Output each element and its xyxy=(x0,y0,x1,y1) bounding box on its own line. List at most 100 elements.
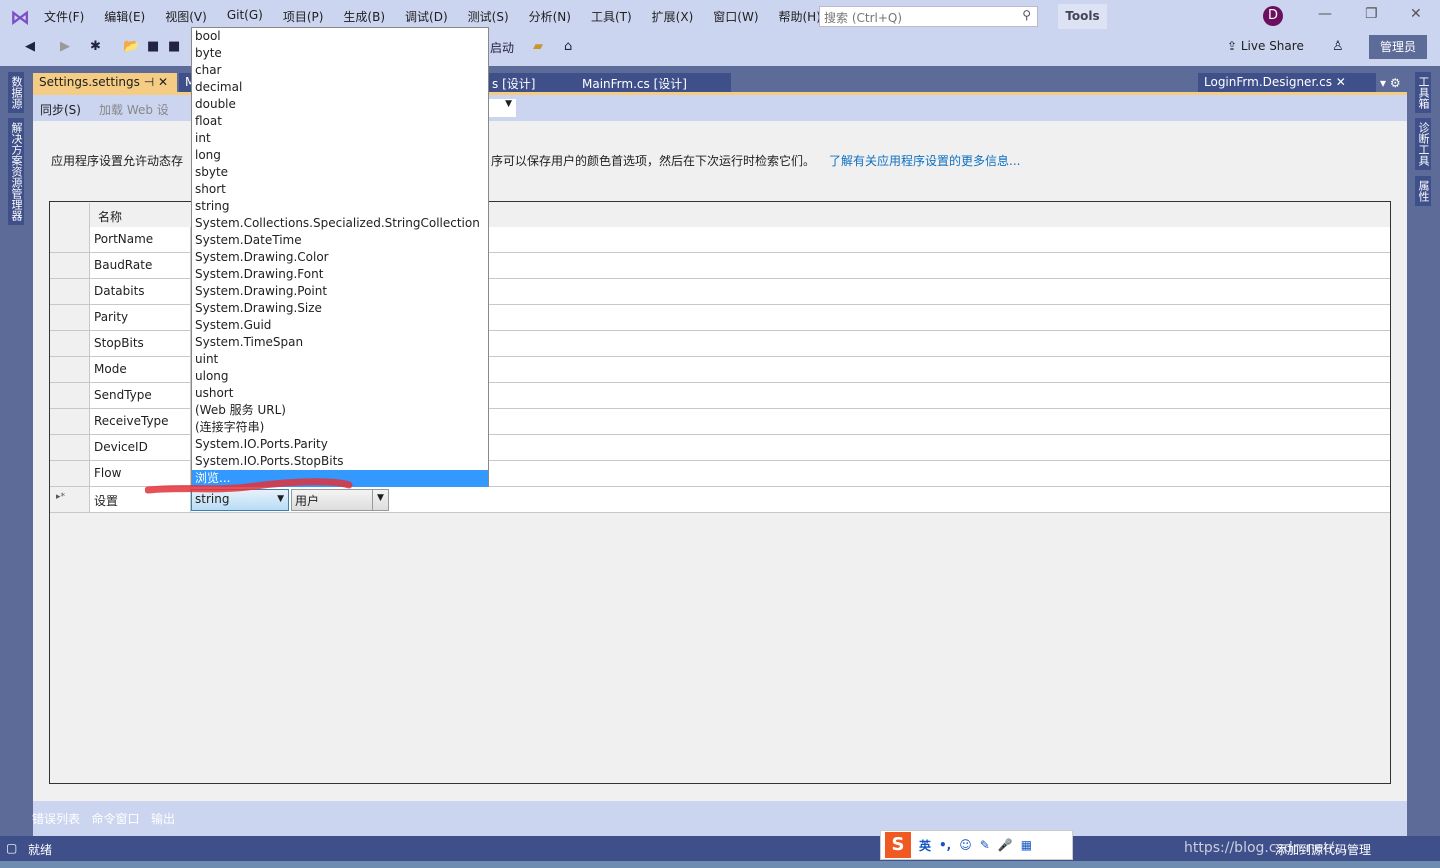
menu-item[interactable]: 帮助(H) xyxy=(779,8,821,25)
microphone-icon[interactable]: 🎤 xyxy=(998,838,1013,852)
dropdown-option[interactable]: double xyxy=(192,96,488,113)
restore-icon[interactable]: ❐ xyxy=(1365,6,1378,22)
open-icon[interactable]: 📂 xyxy=(123,39,139,54)
setting-name[interactable]: Parity xyxy=(94,310,128,324)
dropdown-option[interactable]: ushort xyxy=(192,385,488,402)
tab-settings[interactable]: Settings.settings ⊣ ✕ xyxy=(33,73,177,93)
menu-item[interactable]: 分析(N) xyxy=(529,8,571,25)
save-icon[interactable]: ■ xyxy=(147,39,159,54)
pin-icon[interactable]: ⊣ xyxy=(144,75,154,89)
dropdown-option[interactable]: long xyxy=(192,147,488,164)
command-window-tab[interactable]: 命令窗口 xyxy=(91,812,139,826)
tab-mainfrm[interactable]: MainFrm.cs [设计] xyxy=(576,73,731,93)
menu-item[interactable]: 视图(V) xyxy=(165,8,207,25)
setting-name[interactable]: StopBits xyxy=(94,336,144,350)
menu-item[interactable]: 编辑(E) xyxy=(104,8,145,25)
row-header[interactable] xyxy=(50,253,90,278)
menu-item[interactable]: 项目(P) xyxy=(283,8,324,25)
dropdown-option[interactable]: System.IO.Ports.Parity xyxy=(192,436,488,453)
dropdown-option[interactable]: ulong xyxy=(192,368,488,385)
menu-item[interactable]: 文件(F) xyxy=(44,8,84,25)
back-icon[interactable]: ◀ xyxy=(25,39,35,54)
solution-explorer-tab[interactable]: 解决方案资源管理器 xyxy=(8,118,24,225)
dropdown-option[interactable]: byte xyxy=(192,45,488,62)
setting-name[interactable]: DeviceID xyxy=(94,440,148,454)
tab-m[interactable]: M xyxy=(179,73,195,93)
menu-item[interactable]: 工具(T) xyxy=(591,8,632,25)
feedback-icon[interactable]: ♙ xyxy=(1332,39,1344,54)
start-button[interactable]: 启动 xyxy=(490,39,514,56)
row-header[interactable] xyxy=(50,357,90,382)
close-icon[interactable]: ✕ xyxy=(1410,6,1422,22)
ime-language[interactable]: 英 xyxy=(919,837,931,854)
home-icon[interactable]: ⌂ xyxy=(564,39,572,54)
tab-designer[interactable]: s [设计] xyxy=(486,73,576,93)
setting-name[interactable]: PortName xyxy=(94,232,153,246)
type-dropdown-list[interactable]: bool byte char decimal double float int long sby… xyxy=(191,27,489,487)
dropdown-option[interactable]: System.Drawing.Color xyxy=(192,249,488,266)
dropdown-option[interactable]: System.Drawing.Point xyxy=(192,283,488,300)
toolbox-tab[interactable]: 工具箱 xyxy=(1415,72,1431,113)
dropdown-option[interactable]: System.Guid xyxy=(192,317,488,334)
add-to-source-control[interactable]: 添加到源代码管理 xyxy=(1275,841,1371,858)
dropdown-option[interactable]: uint xyxy=(192,351,488,368)
grid-menu-icon[interactable]: ▦ xyxy=(1021,838,1032,852)
setting-name[interactable]: Flow xyxy=(94,466,121,480)
load-web-settings-button[interactable]: 加载 Web 设 xyxy=(99,101,169,118)
dropdown-option[interactable]: short xyxy=(192,181,488,198)
dropdown-option[interactable]: (连接字符串) xyxy=(192,419,488,436)
menu-item[interactable]: 调试(D) xyxy=(405,8,448,25)
live-share-button[interactable]: ⇪ Live Share xyxy=(1227,39,1304,53)
close-tab-icon[interactable]: ✕ xyxy=(1336,75,1346,89)
menu-item[interactable]: 窗口(W) xyxy=(713,8,758,25)
setting-name[interactable]: Mode xyxy=(94,362,127,376)
row-header[interactable] xyxy=(50,279,90,304)
menu-item[interactable]: 扩展(X) xyxy=(652,8,694,25)
properties-tab[interactable]: 属性 xyxy=(1415,176,1431,206)
sync-button[interactable]: 同步(S) xyxy=(40,101,81,118)
minimize-icon[interactable]: — xyxy=(1318,6,1332,22)
dropdown-option[interactable]: char xyxy=(192,62,488,79)
tab-loginfrm[interactable]: LoginFrm.Designer.cs ✕ xyxy=(1198,73,1376,93)
save-all-icon[interactable]: ■ xyxy=(168,39,180,54)
tools-button[interactable]: Tools xyxy=(1058,4,1107,29)
dropdown-option[interactable]: (Web 服务 URL) xyxy=(192,402,488,419)
setting-name[interactable]: ReceiveType xyxy=(94,414,169,428)
data-sources-tab[interactable]: 数据源 xyxy=(8,72,24,113)
menu-item[interactable]: Git(G) xyxy=(227,8,263,25)
row-header[interactable] xyxy=(50,305,90,330)
setting-name[interactable]: BaudRate xyxy=(94,258,152,272)
output-tab[interactable]: 输出 xyxy=(151,812,175,826)
punctuation-icon[interactable]: •, xyxy=(939,838,951,852)
dropdown-option[interactable]: string xyxy=(192,198,488,215)
tab-list-icon[interactable]: ▾ ⚙ xyxy=(1380,76,1401,90)
setting-name[interactable]: SendType xyxy=(94,388,152,402)
row-header[interactable] xyxy=(50,331,90,356)
dropdown-option[interactable]: System.Drawing.Font xyxy=(192,266,488,283)
dropdown-option[interactable]: decimal xyxy=(192,79,488,96)
access-modifier-dropdown[interactable]: ▼ xyxy=(488,99,516,117)
dropdown-option[interactable]: int xyxy=(192,130,488,147)
dropdown-option[interactable]: System.DateTime xyxy=(192,232,488,249)
search-input[interactable]: 搜索 (Ctrl+Q) ⚲ xyxy=(819,6,1038,27)
row-header[interactable] xyxy=(50,435,90,460)
new-project-icon[interactable]: ✱ xyxy=(90,39,101,54)
close-tab-icon[interactable]: ✕ xyxy=(158,75,168,89)
row-header[interactable] xyxy=(50,409,90,434)
error-list-tab[interactable]: 错误列表 xyxy=(32,812,80,826)
diagnostics-tab[interactable]: 诊断工具 xyxy=(1415,118,1431,170)
setting-name[interactable]: Databits xyxy=(94,284,145,298)
dropdown-option[interactable]: System.Drawing.Size xyxy=(192,300,488,317)
row-header[interactable] xyxy=(50,383,90,408)
dropdown-option[interactable]: System.Collections.Specialized.StringCol… xyxy=(192,215,488,232)
admin-badge[interactable]: 管理员 xyxy=(1369,35,1427,59)
forward-icon[interactable]: ▶ xyxy=(60,39,70,54)
avatar[interactable]: D xyxy=(1263,6,1283,26)
dropdown-option[interactable]: System.TimeSpan xyxy=(192,334,488,351)
learn-more-link[interactable]: 了解有关应用程序设置的更多信息... xyxy=(829,152,1020,169)
column-header-name[interactable]: 名称 xyxy=(98,208,122,225)
dropdown-option[interactable]: float xyxy=(192,113,488,130)
row-header[interactable] xyxy=(50,461,90,486)
menu-item[interactable]: 测试(S) xyxy=(468,8,509,25)
row-header[interactable] xyxy=(50,227,90,252)
